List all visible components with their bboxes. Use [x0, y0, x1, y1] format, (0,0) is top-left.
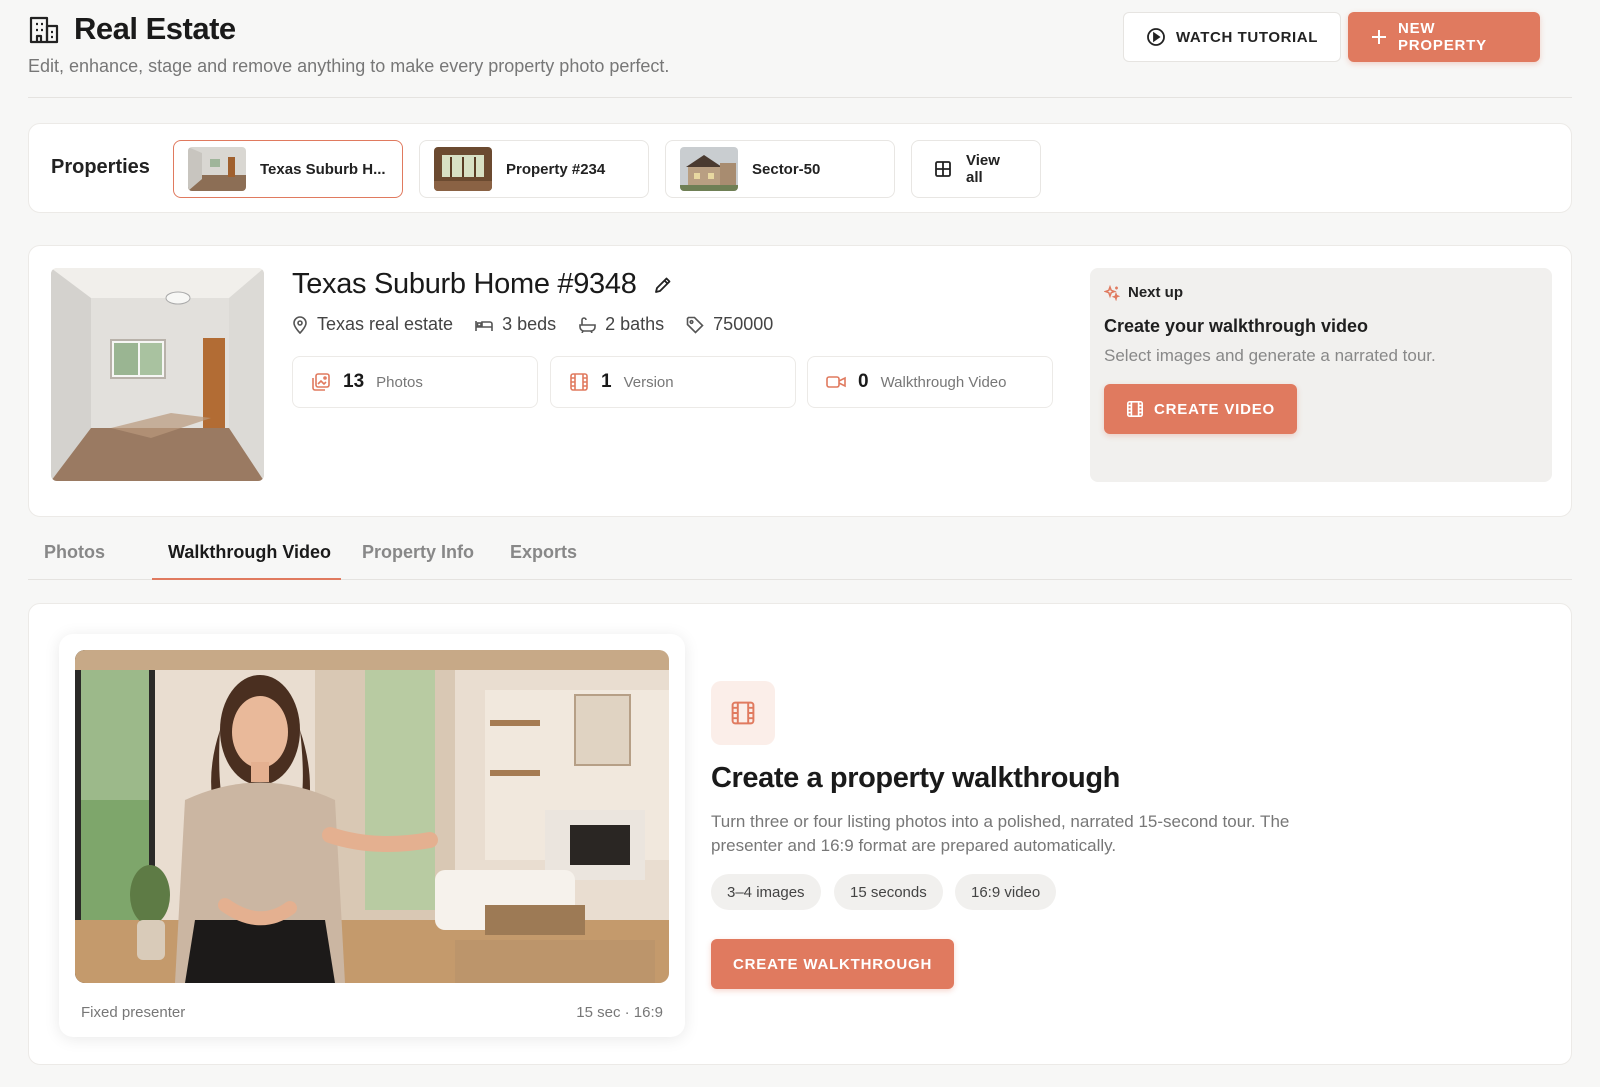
film-icon [569, 372, 589, 392]
page-header: Real Estate Edit, enhance, stage and rem… [28, 11, 1572, 98]
price-text: 750000 [713, 314, 774, 334]
pill-format: 16:9 video [955, 874, 1057, 910]
format-caption: 15 sec · 16:9 [576, 1004, 663, 1021]
property-detail-card: Texas Suburb Home #9348 Texas real estat… [28, 245, 1572, 517]
presenter-caption: Fixed presenter [81, 1004, 186, 1021]
stat-label: Photos [376, 373, 423, 391]
watch-tutorial-label: WATCH TUTORIAL [1176, 28, 1318, 46]
page-subtitle: Edit, enhance, stage and remove anything… [28, 56, 670, 76]
tab-exports[interactable]: Exports [510, 542, 577, 580]
view-all-label: View all [966, 152, 1000, 186]
property-thumbnail [434, 147, 492, 191]
property-chip-label: Texas Suburb H... [260, 160, 386, 178]
play-icon [1146, 27, 1166, 47]
walkthrough-heading: Create a property walkthrough [711, 762, 1120, 794]
price-tag-icon [686, 316, 704, 334]
plus-icon [1370, 28, 1388, 46]
property-title: Texas Suburb Home #9348 [292, 268, 637, 300]
properties-label: Properties [51, 156, 150, 178]
tab-photos[interactable]: Photos [44, 542, 105, 580]
active-tab-indicator [152, 578, 341, 580]
stat-value: 1 [601, 371, 612, 392]
walkthrough-description: Turn three or four listing photos into a… [711, 812, 1290, 855]
baths-text: 2 baths [605, 314, 665, 334]
tab-bar: Photos Walkthrough Video Property Info E… [28, 530, 1572, 580]
property-chip-label: Sector-50 [752, 160, 821, 178]
building-icon [28, 14, 60, 44]
watch-tutorial-button[interactable]: WATCH TUTORIAL [1123, 12, 1341, 62]
new-property-button[interactable]: NEW PROPERTY [1348, 12, 1540, 62]
next-up-tag: Next up [1104, 284, 1183, 301]
walkthrough-panel: Fixed presenter 15 sec · 16:9 Create a p… [28, 603, 1572, 1065]
title-row: Real Estate [28, 11, 236, 46]
grid-icon [934, 160, 952, 178]
video-camera-icon [826, 374, 846, 390]
view-all-button[interactable]: View all [911, 140, 1041, 198]
stat-value: 13 [343, 371, 365, 392]
property-chip-sector-50[interactable]: Sector-50 [665, 140, 895, 198]
property-main-photo [51, 268, 264, 481]
meta-location: Texas real estate [292, 314, 453, 335]
sparkle-icon [1104, 284, 1120, 301]
property-thumbnail [188, 147, 246, 191]
photos-icon [311, 372, 331, 392]
new-property-label: NEW PROPERTY [1398, 20, 1487, 54]
film-icon [730, 700, 756, 726]
meta-baths: 2 baths [578, 314, 664, 335]
beds-text: 3 beds [502, 314, 557, 334]
tab-property-info[interactable]: Property Info [362, 542, 474, 580]
walkthrough-film-badge [711, 681, 775, 745]
create-video-label: CREATE VIDEO [1154, 400, 1276, 418]
pencil-icon[interactable] [653, 275, 673, 295]
tab-walkthrough-video[interactable]: Walkthrough Video [168, 542, 331, 580]
next-up-label: Next up [1128, 284, 1184, 301]
presenter-preview-image [75, 650, 669, 983]
bed-icon [475, 317, 493, 333]
stat-label: Walkthrough Video [880, 373, 1007, 391]
next-up-panel: Next up Create your walkthrough video Se… [1090, 268, 1552, 482]
page-title: Real Estate [74, 11, 236, 46]
bath-icon [578, 316, 596, 333]
property-chip-texas[interactable]: Texas Suburb H... [173, 140, 403, 198]
location-pin-icon [292, 315, 308, 334]
stat-photos[interactable]: 13 Photos [292, 356, 538, 408]
meta-beds: 3 beds [475, 314, 556, 335]
property-meta: Texas real estate 3 beds 2 baths 750000 [292, 314, 773, 335]
create-video-button[interactable]: CREATE VIDEO [1104, 384, 1298, 434]
location-text: Texas real estate [317, 314, 454, 334]
stat-value: 0 [858, 371, 869, 392]
meta-price: 750000 [686, 314, 773, 335]
property-thumbnail [680, 147, 738, 191]
next-up-heading: Create your walkthrough video [1104, 316, 1369, 336]
stat-label: Version [623, 373, 674, 391]
pill-duration: 15 seconds [834, 874, 943, 910]
stat-version[interactable]: 1 Version [550, 356, 796, 408]
property-chip-234[interactable]: Property #234 [419, 140, 649, 198]
next-up-text: Select images and generate a narrated to… [1104, 346, 1436, 365]
film-icon [1126, 400, 1144, 418]
stat-walkthrough-video[interactable]: 0 Walkthrough Video [807, 356, 1053, 408]
pill-images: 3–4 images [711, 874, 821, 910]
property-title-row: Texas Suburb Home #9348 [292, 268, 673, 301]
property-chip-label: Property #234 [506, 160, 606, 178]
properties-strip: Properties Texas Suburb H... Property #2… [28, 123, 1572, 213]
create-walkthrough-button[interactable]: CREATE WALKTHROUGH [711, 939, 955, 989]
presenter-preview-card: Fixed presenter 15 sec · 16:9 [59, 634, 685, 1037]
